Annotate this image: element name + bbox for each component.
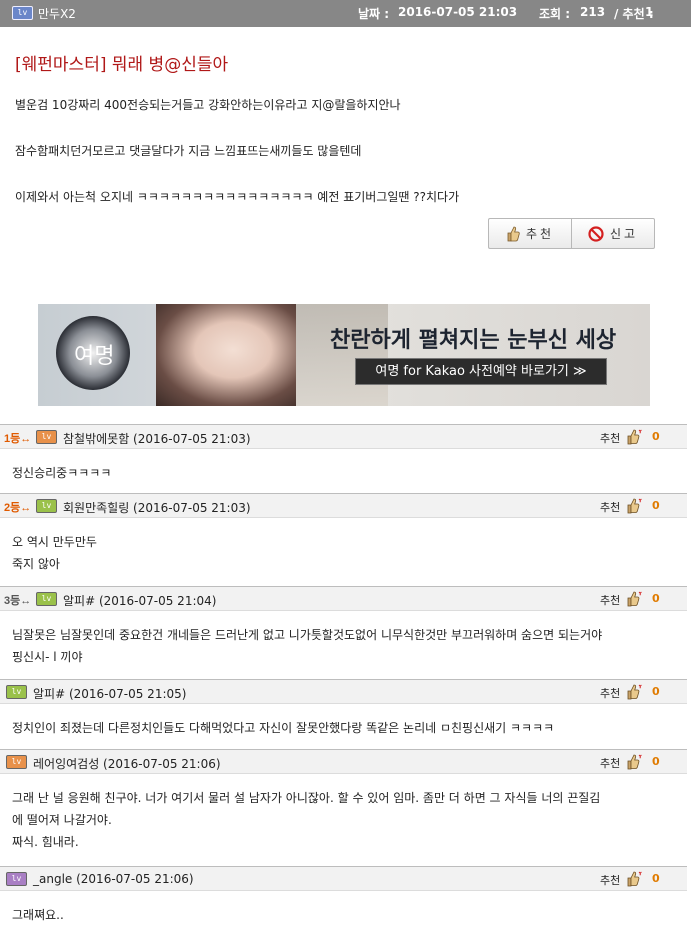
- comment-author[interactable]: 회원만족힐링 (2016-07-05 21:03): [63, 499, 251, 516]
- comment-recommend-count: 0: [652, 755, 660, 768]
- comment-author[interactable]: 레어잉여검성 (2016-07-05 21:06): [33, 755, 221, 772]
- comment-text: 님잘못은 님잘못인데 중요한건 개네들은 드러난게 없고 니가틋할것도없어 니무…: [12, 628, 603, 642]
- comment-text: 짜식. 힘내라.: [12, 835, 79, 849]
- no-entry-icon: [588, 225, 604, 242]
- comment-rank-badge: 3등↔: [4, 595, 32, 607]
- comment-rank-badge: 2등↔: [4, 502, 32, 514]
- recommend-thumb-icon[interactable]: [626, 428, 644, 446]
- comment-recommend-count: 0: [652, 592, 660, 605]
- comment-author[interactable]: _angle (2016-07-05 21:06): [33, 872, 194, 886]
- recommend-thumb-icon[interactable]: [626, 590, 644, 608]
- recommend-count: 1: [645, 5, 654, 19]
- level-badge-icon: lv: [36, 499, 57, 513]
- comment-recommend-label: 추천: [600, 874, 621, 887]
- post-body-line: 잠수함패치던거모르고 댓글달다가 지금 느낌표뜨는새끼들도 많을텐데: [15, 144, 362, 158]
- post-date: 2016-07-05 21:03: [398, 5, 518, 19]
- date-label: 날짜 :: [358, 7, 390, 21]
- comment-recommend-label: 추천: [600, 757, 621, 770]
- report-button-label: 신고: [609, 227, 639, 241]
- recommend-thumb-icon[interactable]: [626, 870, 644, 888]
- comment-header: 1등↔ lv 참철밖에못함 (2016-07-05 21:03) 추천 0: [0, 424, 687, 449]
- comment-text: 오 역시 만두만두: [12, 535, 97, 549]
- post-author[interactable]: 만두X2: [38, 5, 76, 22]
- model-image: [156, 304, 296, 406]
- post-body-line: 별운검 10강짜리 400전승되는거들고 강화안하는이유라고 지@랄을하지안나: [15, 98, 401, 112]
- castle-image: [288, 304, 388, 406]
- level-badge-icon: lv: [6, 685, 27, 699]
- comment-recommend-label: 추천: [600, 501, 621, 514]
- comment-text: 핑신시- l 끼야: [12, 650, 83, 664]
- comment-text: 에 떨어져 나갈거야.: [12, 813, 112, 827]
- comment-author[interactable]: 알피# (2016-07-05 21:04): [63, 592, 216, 609]
- comment-author[interactable]: 참철밖에못함 (2016-07-05 21:03): [63, 430, 251, 447]
- recommend-thumb-icon[interactable]: [626, 497, 644, 515]
- thumbs-up-icon: [507, 226, 520, 241]
- ad-banner[interactable]: 여명 찬란하게 펼쳐지는 눈부신 세상 여명 for Kakao 사전예약 바로…: [38, 304, 650, 406]
- comment-recommend-label: 추천: [600, 432, 621, 445]
- level-badge-icon: lv: [6, 755, 27, 769]
- comment-text: 그래 난 널 응원해 친구야. 너가 여기서 물러 설 남자가 아니잖아. 할 …: [12, 791, 601, 805]
- comment-header: 3등↔ lv 알피# (2016-07-05 21:04) 추천 0: [0, 586, 687, 611]
- comment-text: 정신승리중ㅋㅋㅋㅋ: [12, 466, 112, 480]
- comment-recommend-count: 0: [652, 499, 660, 512]
- views-label: 조회 :: [539, 7, 571, 21]
- recommend-button[interactable]: 추천: [488, 218, 572, 249]
- level-badge-icon: lv: [12, 6, 33, 20]
- post-title: [웨펀마스터] 뭐래 병@신들아: [15, 55, 229, 75]
- comment-recommend-count: 0: [652, 685, 660, 698]
- comment-recommend-count: 0: [652, 430, 660, 443]
- comment-text: 그래쪄요..: [12, 908, 64, 922]
- comment-text: 죽지 않아: [12, 557, 60, 571]
- level-badge-icon: lv: [36, 430, 57, 444]
- level-badge-icon: lv: [36, 592, 57, 606]
- comment-header: lv 알피# (2016-07-05 21:05) 추천 0: [0, 679, 687, 704]
- banner-cta-button[interactable]: 여명 for Kakao 사전예약 바로가기 ≫: [355, 358, 607, 385]
- post-header-bar: lv 만두X2 날짜 : 2016-07-05 21:03 조회 : 213 /…: [0, 0, 691, 27]
- recommend-thumb-icon[interactable]: [626, 683, 644, 701]
- comment-header: 2등↔ lv 회원만족힐링 (2016-07-05 21:03) 추천 0: [0, 493, 687, 518]
- comment-recommend-label: 추천: [600, 594, 621, 607]
- report-button[interactable]: 신고: [571, 218, 655, 249]
- comment-recommend-count: 0: [652, 872, 660, 885]
- level-badge-icon: lv: [6, 872, 27, 886]
- post-body-line: 이제와서 아는척 오지네 ㅋㅋㅋㅋㅋㅋㅋㅋㅋㅋㅋㅋㅋㅋㅋㅋ 예전 표기버그일땐 …: [15, 190, 460, 204]
- recommend-button-label: 추천: [525, 227, 555, 241]
- banner-headline: 찬란하게 펼쳐지는 눈부신 세상: [330, 328, 617, 353]
- comment-text: 정치인이 죄졌는데 다른정치인들도 다해먹었다고 자신이 잘못안했다랑 똑같은 …: [12, 721, 555, 735]
- views-count: 213: [580, 5, 606, 19]
- comment-recommend-label: 추천: [600, 687, 621, 700]
- game-emblem-icon: 여명: [56, 316, 130, 390]
- comment-header: lv 레어잉여검성 (2016-07-05 21:06) 추천 0: [0, 749, 687, 774]
- recommend-thumb-icon[interactable]: [626, 753, 644, 771]
- comment-rank-badge: 1등↔: [4, 433, 32, 445]
- comment-header: lv _angle (2016-07-05 21:06) 추천 0: [0, 866, 687, 891]
- comment-author[interactable]: 알피# (2016-07-05 21:05): [33, 685, 186, 702]
